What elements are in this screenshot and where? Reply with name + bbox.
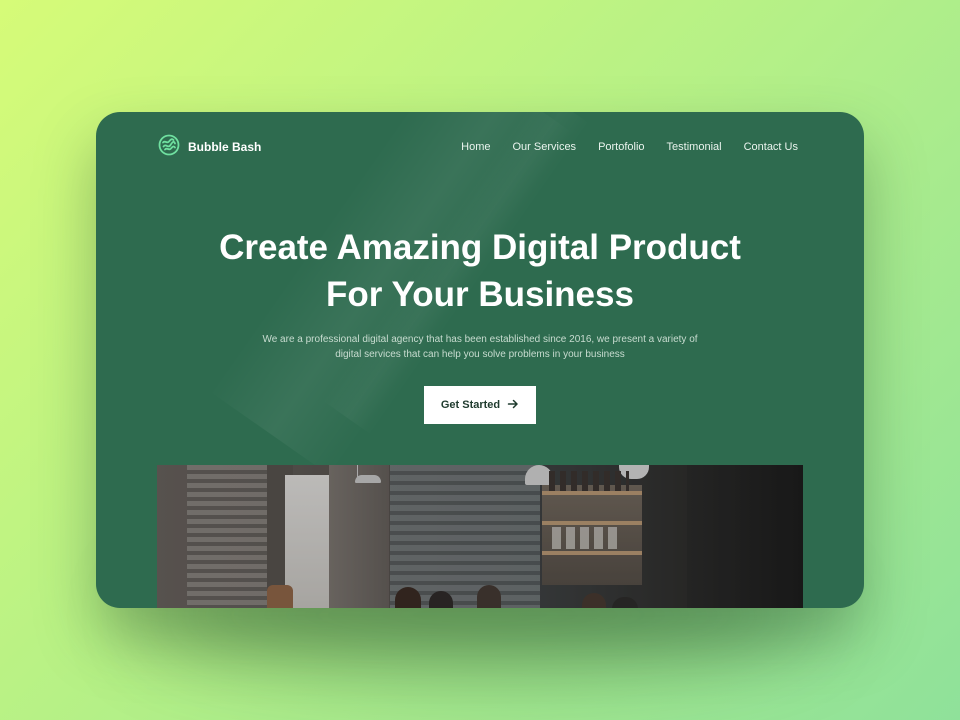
- hero-title-line-2: For Your Business: [326, 275, 634, 314]
- get-started-button[interactable]: Get Started: [424, 386, 536, 424]
- arrow-right-icon: [507, 398, 519, 413]
- nav-menu: Home Our Services Portofolio Testimonial…: [461, 141, 798, 153]
- bubble-logo-icon: [158, 134, 180, 161]
- nav-item-testimonial[interactable]: Testimonial: [667, 141, 722, 153]
- nav-item-home[interactable]: Home: [461, 141, 490, 153]
- top-navigation: Bubble Bash Home Our Services Portofolio…: [158, 134, 802, 160]
- hero-subtitle: We are a professional digital agency tha…: [96, 332, 864, 362]
- hero-subtitle-line-1: We are a professional digital agency tha…: [262, 334, 698, 345]
- hero-subtitle-line-2: digital services that can help you solve…: [335, 349, 625, 360]
- hero-title-line-1: Create Amazing Digital Product: [219, 228, 741, 267]
- photo-overlay: [157, 465, 803, 608]
- brand-logo[interactable]: Bubble Bash: [158, 134, 261, 161]
- hero-title: Create Amazing Digital Product For Your …: [96, 224, 864, 318]
- nav-item-our-services[interactable]: Our Services: [512, 141, 576, 153]
- nav-item-portofolio[interactable]: Portofolio: [598, 141, 644, 153]
- nav-item-contact-us[interactable]: Contact Us: [744, 141, 798, 153]
- office-team-photo: [157, 465, 803, 608]
- brand-name: Bubble Bash: [188, 140, 262, 154]
- website-card: Bubble Bash Home Our Services Portofolio…: [96, 112, 864, 608]
- get-started-label: Get Started: [440, 399, 501, 411]
